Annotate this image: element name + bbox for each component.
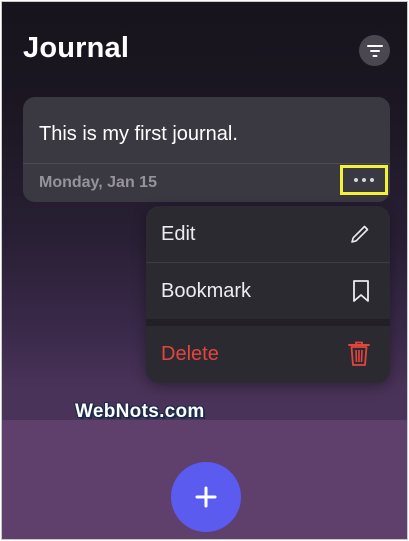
card-divider xyxy=(23,163,390,164)
journal-entry-card[interactable]: This is my first journal. Monday, Jan 15 xyxy=(23,97,390,202)
menu-item-label: Edit xyxy=(161,222,196,245)
filter-lines-icon xyxy=(366,44,383,57)
menu-item-bookmark[interactable]: Bookmark xyxy=(146,263,390,319)
ellipsis-icon xyxy=(354,178,358,182)
add-entry-button[interactable] xyxy=(171,462,241,532)
bookmark-icon xyxy=(353,280,369,302)
entry-date: Monday, Jan 15 xyxy=(39,174,157,191)
menu-item-edit[interactable]: Edit xyxy=(146,206,390,262)
menu-group-separator xyxy=(146,319,390,326)
watermark: WebNots.com xyxy=(75,401,205,422)
menu-item-label: Delete xyxy=(161,342,219,365)
more-options-button[interactable] xyxy=(340,165,388,195)
ellipsis-dot xyxy=(362,178,366,182)
pencil-icon xyxy=(351,225,369,243)
entry-text: This is my first journal. xyxy=(39,123,238,145)
plus-icon xyxy=(195,486,217,508)
context-menu: Edit Bookmark Delete xyxy=(146,206,390,383)
filter-button[interactable] xyxy=(359,35,390,66)
menu-item-label: Bookmark xyxy=(161,279,252,302)
ellipsis-dot xyxy=(370,178,374,182)
page-title: Journal xyxy=(23,32,130,64)
menu-item-delete[interactable]: Delete xyxy=(146,326,390,382)
trash-icon xyxy=(348,341,370,366)
app-screen: Journal This is my first journal. Monday… xyxy=(1,1,408,540)
